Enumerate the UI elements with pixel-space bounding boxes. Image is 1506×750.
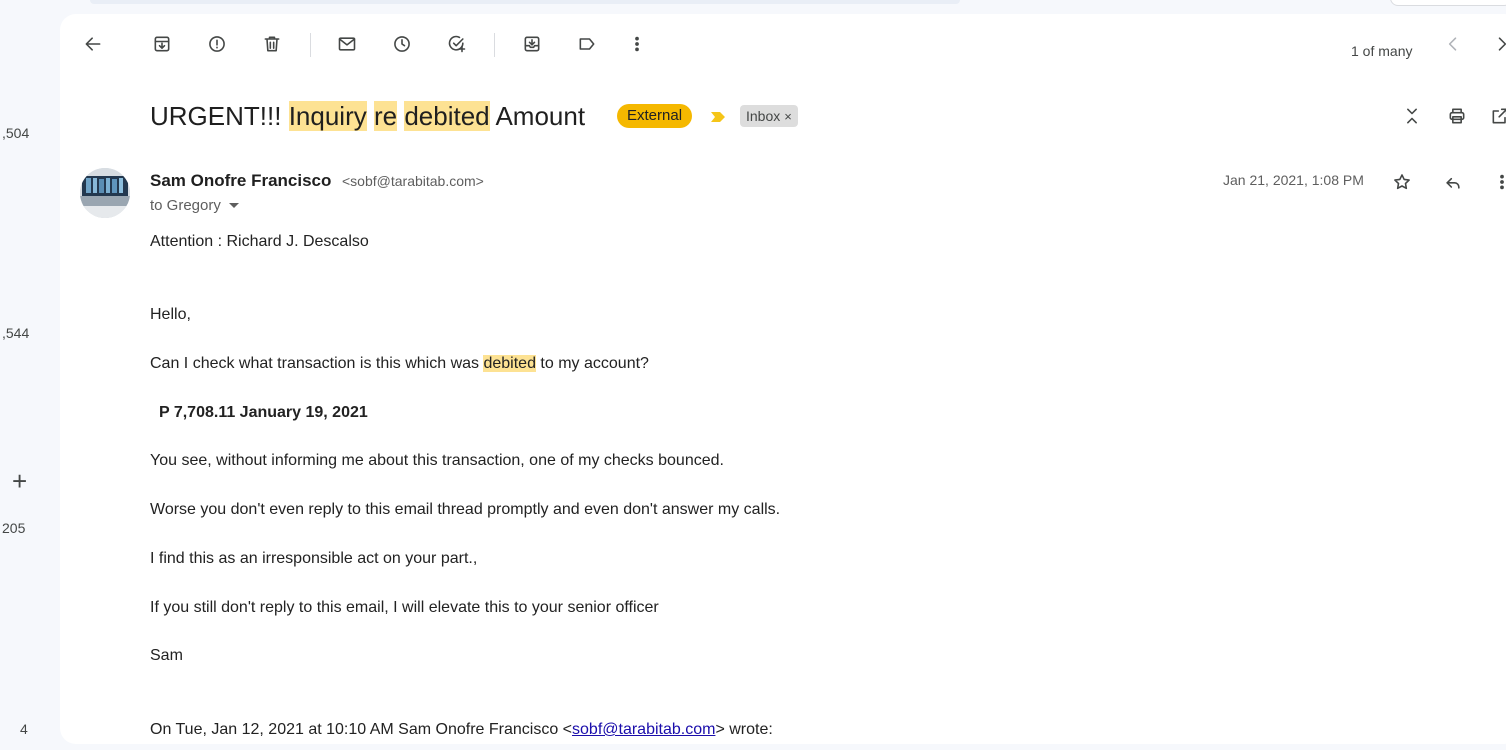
importance-marker-icon[interactable]: [710, 110, 726, 128]
message-date: Jan 21, 2021, 1:08 PM: [1223, 172, 1364, 188]
subject-word-highlight: re: [373, 101, 398, 131]
sender-name[interactable]: Sam Onofre Francisco: [150, 171, 331, 191]
body-text: to my account?: [535, 355, 649, 372]
subject-title: URGENT!!! Inquiry re debited Amount: [150, 100, 585, 132]
quoted-header: On Tue, Jan 12, 2021 at 10:10 AM Sam Ono…: [150, 721, 773, 739]
delete-icon[interactable]: [258, 30, 286, 58]
amount-line: P 7,708.11 January 19, 2021: [159, 404, 368, 421]
move-to-icon[interactable]: [518, 30, 546, 58]
report-spam-icon[interactable]: [203, 30, 231, 58]
toolbar-divider: [494, 33, 495, 57]
rail-count-4: 4: [20, 721, 28, 737]
body-text: Can I check what transaction is this whi…: [150, 355, 484, 372]
body-highlight: debited: [483, 355, 536, 372]
subject-word: URGENT!!!: [150, 101, 282, 131]
left-rail: ,504 ,544 + 205 4: [0, 0, 60, 750]
recipient-details[interactable]: to Gregory: [150, 197, 239, 214]
open-new-window-icon[interactable]: [1486, 102, 1506, 130]
quote-text: > wrote:: [715, 721, 773, 738]
subject-word: Amount: [495, 101, 586, 131]
toolbar-divider: [310, 33, 311, 57]
body-paragraph: I find this as an irresponsible act on y…: [150, 550, 478, 567]
star-icon[interactable]: [1388, 168, 1416, 196]
subject-word-highlight: debited: [404, 101, 490, 131]
rail-count-2: ,544: [2, 325, 30, 341]
sender-email: <sobf@tarabitab.com>: [342, 173, 484, 189]
reply-icon[interactable]: [1439, 168, 1467, 196]
mark-unread-icon[interactable]: [333, 30, 361, 58]
subject-word-highlight: Inquiry: [288, 101, 367, 131]
body-paragraph: You see, without informing me about this…: [150, 452, 724, 469]
pager-text: 1 of many: [1351, 43, 1413, 59]
rail-count-1: ,504: [2, 125, 30, 141]
message-more-icon[interactable]: [1488, 168, 1506, 196]
archive-icon[interactable]: [148, 30, 176, 58]
body-paragraph: Worse you don't even reply to this email…: [150, 501, 781, 518]
snooze-icon[interactable]: [388, 30, 416, 58]
signature: Sam: [150, 647, 183, 664]
sender-avatar[interactable]: [80, 168, 130, 218]
greeting-line: Hello,: [150, 306, 191, 323]
more-vert-icon[interactable]: [623, 30, 651, 58]
attention-line: Attention : Richard J. Descalso: [150, 233, 369, 250]
inbox-label-text: Inbox: [746, 108, 781, 124]
inbox-label[interactable]: Inbox ×: [740, 105, 798, 127]
rail-count-3: 205: [2, 520, 26, 536]
body-paragraph: If you still don't reply to this email, …: [150, 599, 659, 616]
add-task-icon[interactable]: [443, 30, 471, 58]
older-chevron-icon[interactable]: [1488, 30, 1506, 58]
body-paragraph: Can I check what transaction is this whi…: [150, 355, 649, 373]
quote-text: On Tue, Jan 12, 2021 at 10:10 AM Sam Ono…: [150, 721, 573, 738]
print-icon[interactable]: [1443, 102, 1471, 130]
newer-chevron-icon[interactable]: [1439, 30, 1467, 58]
top-right-pill[interactable]: [1390, 0, 1506, 6]
collapse-all-icon[interactable]: [1398, 102, 1426, 130]
recipient-text: to Gregory: [150, 197, 221, 214]
remove-label-icon[interactable]: ×: [784, 109, 792, 124]
back-arrow-icon[interactable]: [79, 30, 107, 58]
external-label: External: [617, 104, 693, 128]
quoted-email-link[interactable]: sobf@tarabitab.com: [572, 721, 715, 738]
top-search-strip: [90, 0, 960, 4]
chevron-down-icon[interactable]: [228, 203, 239, 208]
add-label-icon[interactable]: +: [12, 468, 27, 494]
label-icon[interactable]: [573, 30, 601, 58]
